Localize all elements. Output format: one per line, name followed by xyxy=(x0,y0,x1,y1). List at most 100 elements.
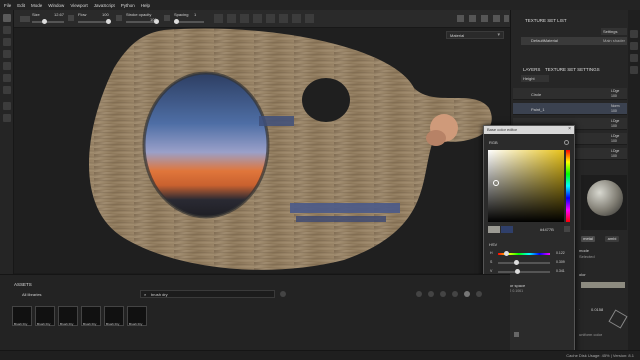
filter-icon[interactable] xyxy=(280,291,286,297)
s-slider[interactable] xyxy=(498,260,550,265)
v-slider[interactable] xyxy=(498,269,550,274)
saturation-value-field[interactable] xyxy=(488,150,564,222)
pause-icon[interactable] xyxy=(457,15,464,22)
filter-icon[interactable] xyxy=(416,291,422,297)
close-icon[interactable]: × xyxy=(568,126,571,132)
search-icon: ⌕ xyxy=(144,292,147,297)
layer-row[interactable]: Paint_1 Norm 100 xyxy=(513,103,627,115)
mirror-icon[interactable] xyxy=(305,14,314,23)
texture-set-icon[interactable] xyxy=(630,30,638,38)
eyedropper-icon[interactable] xyxy=(564,226,570,232)
asset-search-input[interactable]: ⌕ brush dry xyxy=(140,290,275,298)
list-icon[interactable] xyxy=(514,332,519,337)
library-selector[interactable]: All libraries xyxy=(22,292,42,297)
pressure-icon[interactable] xyxy=(116,15,122,21)
spacing-slider[interactable] xyxy=(174,19,204,24)
size-label: Size xyxy=(32,12,40,17)
menu-mode[interactable]: Mode xyxy=(31,3,42,8)
filter-icon[interactable] xyxy=(464,291,470,297)
tab-metal[interactable]: metal xyxy=(581,236,595,242)
clone-icon[interactable] xyxy=(3,74,11,82)
flip-icon[interactable] xyxy=(266,14,275,23)
substance-logo-icon xyxy=(608,309,628,329)
color-label: olor xyxy=(579,272,586,277)
size-slider[interactable] xyxy=(32,19,64,24)
properties-icon[interactable] xyxy=(630,54,638,62)
channel-dropdown[interactable]: Height xyxy=(521,75,549,82)
tab-ambient[interactable]: ambi xyxy=(605,236,619,242)
camera-icon[interactable] xyxy=(481,15,488,22)
layer-row[interactable]: Circle LDge 100 xyxy=(513,88,627,100)
smudge-icon[interactable] xyxy=(3,62,11,70)
size-value[interactable]: 12.67 xyxy=(54,12,64,17)
uniform-color-label: uniform color xyxy=(579,332,603,337)
screenshot-icon[interactable] xyxy=(493,15,500,22)
v-value[interactable]: 0.341 xyxy=(556,269,565,273)
layers-icon[interactable] xyxy=(630,42,638,50)
roughness-value[interactable]: 0.0158 xyxy=(591,307,603,312)
symmetry-icon[interactable] xyxy=(214,14,223,23)
bake-icon[interactable] xyxy=(3,114,11,122)
asset-thumbnail[interactable]: Brush Dry xyxy=(58,306,78,326)
lazy-mouse-icon[interactable] xyxy=(227,14,236,23)
picker-titlebar[interactable]: Base color editor × xyxy=(484,126,574,134)
geometry-fill-icon[interactable] xyxy=(3,50,11,58)
assets-panel: ASSETS All libraries ⌕ brush dry Brush D… xyxy=(0,274,510,350)
h-slider[interactable] xyxy=(498,251,550,256)
menu-edit[interactable]: Edit xyxy=(17,3,25,8)
flow-label: Flow xyxy=(78,12,87,17)
mode-label: mode xyxy=(579,248,590,253)
pressure-icon[interactable] xyxy=(164,15,170,21)
settings-icon[interactable] xyxy=(504,15,509,22)
asset-thumbnail[interactable]: Brush Dry xyxy=(12,306,32,326)
filter-icon[interactable] xyxy=(440,291,446,297)
h-value[interactable]: 0.122 xyxy=(556,251,565,255)
menu-file[interactable]: File xyxy=(4,3,11,8)
asset-thumbnail[interactable]: Brush Dry xyxy=(127,306,147,326)
settings-icon[interactable] xyxy=(564,140,569,145)
stroke-opacity-value[interactable]: 100 xyxy=(150,17,157,22)
texture-set-item[interactable]: DefaultMaterial Main shader xyxy=(521,37,627,45)
backface-icon[interactable] xyxy=(279,14,288,23)
base-color-swatch[interactable] xyxy=(581,282,625,288)
s-value[interactable]: 0.309 xyxy=(556,260,565,264)
material-preview xyxy=(581,175,627,230)
spacing-value[interactable]: 1 xyxy=(194,12,196,17)
right-icon-bar xyxy=(628,10,640,350)
brush-preset-icon[interactable] xyxy=(20,16,30,22)
menu-viewport[interactable]: Viewport xyxy=(70,3,87,8)
spacing-label: Spacing xyxy=(174,12,189,17)
flow-value[interactable]: 100 xyxy=(102,12,109,17)
previous-color-swatch xyxy=(501,226,513,233)
hex-input[interactable]: #4477B xyxy=(540,227,554,232)
asset-thumbnail[interactable]: Brush Dry xyxy=(35,306,55,326)
selected-label: Selected xyxy=(579,254,595,259)
flow-slider[interactable] xyxy=(78,19,111,24)
tab-layers[interactable]: LAYERS xyxy=(523,67,540,72)
menu-help[interactable]: Help xyxy=(141,3,150,8)
color-mode-dropdown[interactable]: RGB xyxy=(489,140,498,145)
asset-thumbnail[interactable]: Brush Dry xyxy=(104,306,124,326)
hue-slider[interactable] xyxy=(566,150,570,222)
menu-python[interactable]: Python xyxy=(121,3,135,8)
paint-brush-icon[interactable] xyxy=(3,14,11,22)
settings-dropdown[interactable]: Settings xyxy=(601,28,627,35)
asset-thumbnail[interactable]: Brush Dry xyxy=(81,306,101,326)
eraser-icon[interactable] xyxy=(3,26,11,34)
filter-icon[interactable] xyxy=(476,291,482,297)
tab-texture-set-settings[interactable]: TEXTURE SET SETTINGS xyxy=(545,67,600,72)
projection-icon[interactable] xyxy=(3,38,11,46)
stencil-icon[interactable] xyxy=(292,14,301,23)
straight-line-icon[interactable] xyxy=(253,14,262,23)
menu-javascript[interactable]: JavaScript xyxy=(94,3,115,8)
color-picker-icon[interactable] xyxy=(3,86,11,94)
menu-window[interactable]: Window xyxy=(48,3,64,8)
polygon-fill-icon[interactable] xyxy=(3,102,11,110)
filter-icon[interactable] xyxy=(428,291,434,297)
alignment-icon[interactable] xyxy=(240,14,249,23)
viewport[interactable]: Material ▾ xyxy=(14,28,510,273)
filter-icon[interactable] xyxy=(452,291,458,297)
view-icon[interactable] xyxy=(469,15,476,22)
display-icon[interactable] xyxy=(630,66,638,74)
pressure-icon[interactable] xyxy=(68,15,74,21)
